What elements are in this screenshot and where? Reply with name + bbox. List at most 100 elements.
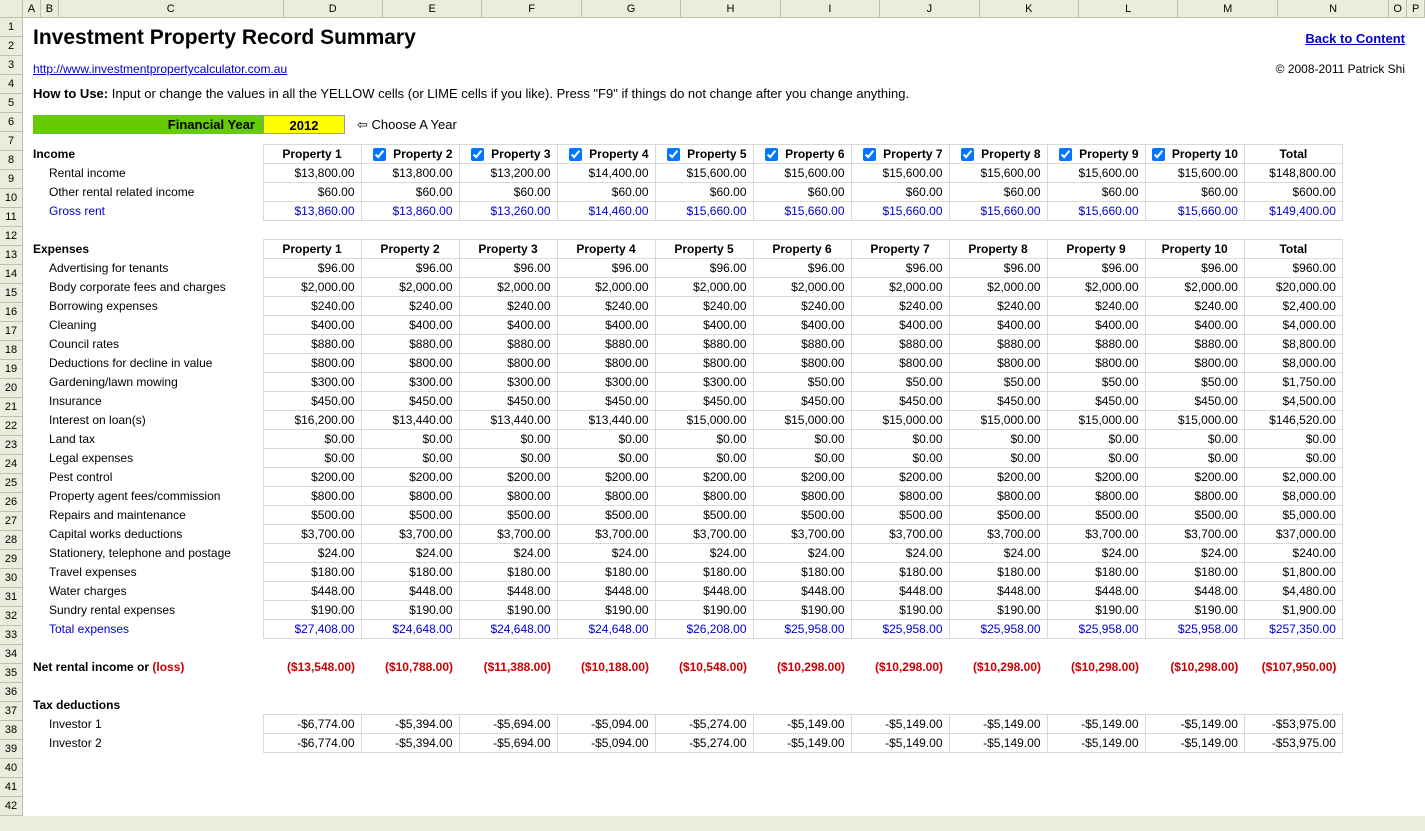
cell[interactable]: $240.00 — [459, 297, 557, 316]
cell[interactable]: $3,700.00 — [851, 525, 949, 544]
col-header-A[interactable]: A — [23, 0, 41, 17]
cell[interactable]: $50.00 — [753, 373, 851, 392]
property-9-checkbox[interactable] — [1059, 148, 1072, 161]
cell[interactable]: $450.00 — [459, 392, 557, 411]
property-2-checkbox[interactable] — [373, 148, 386, 161]
row-header-27[interactable]: 27 — [0, 512, 22, 531]
cell[interactable]: $400.00 — [557, 316, 655, 335]
cell[interactable]: $0.00 — [851, 449, 949, 468]
cell[interactable]: $96.00 — [361, 259, 459, 278]
cell[interactable]: $450.00 — [1145, 392, 1244, 411]
cell[interactable]: $800.00 — [459, 354, 557, 373]
cell[interactable]: $500.00 — [263, 506, 361, 525]
row-header-30[interactable]: 30 — [0, 569, 22, 588]
cell[interactable]: $0.00 — [557, 430, 655, 449]
property-5-checkbox[interactable] — [667, 148, 680, 161]
cell[interactable]: $8,000.00 — [1244, 487, 1342, 506]
cell[interactable]: $13,200.00 — [459, 164, 557, 183]
cell[interactable]: $800.00 — [557, 354, 655, 373]
cell[interactable]: $880.00 — [557, 335, 655, 354]
property-6-checkbox[interactable] — [765, 148, 778, 161]
property-3-checkbox[interactable] — [471, 148, 484, 161]
cell[interactable]: $200.00 — [1047, 468, 1145, 487]
cell[interactable]: $800.00 — [655, 354, 753, 373]
cell[interactable]: $880.00 — [459, 335, 557, 354]
row-header-35[interactable]: 35 — [0, 664, 22, 683]
cell[interactable]: $200.00 — [655, 468, 753, 487]
cell[interactable]: $300.00 — [655, 373, 753, 392]
cell[interactable]: $1,750.00 — [1244, 373, 1342, 392]
cell[interactable]: $3,700.00 — [557, 525, 655, 544]
col-header-B[interactable]: B — [41, 0, 59, 17]
cell[interactable]: $0.00 — [753, 449, 851, 468]
cell[interactable]: $400.00 — [949, 316, 1047, 335]
cell[interactable]: $800.00 — [1047, 487, 1145, 506]
cell[interactable]: $0.00 — [655, 430, 753, 449]
cell[interactable]: $400.00 — [459, 316, 557, 335]
cell[interactable]: $190.00 — [459, 601, 557, 620]
col-header-F[interactable]: F — [482, 0, 581, 17]
cell[interactable]: $3,700.00 — [1145, 525, 1244, 544]
cell[interactable]: $24.00 — [361, 544, 459, 563]
cell[interactable]: $2,000.00 — [361, 278, 459, 297]
row-header-4[interactable]: 4 — [0, 75, 22, 94]
row-header-42[interactable]: 42 — [0, 797, 22, 816]
cell[interactable]: $24.00 — [753, 544, 851, 563]
row-header-11[interactable]: 11 — [0, 208, 22, 227]
cell[interactable]: $880.00 — [949, 335, 1047, 354]
cell[interactable]: $60.00 — [1145, 183, 1244, 202]
cell[interactable]: $96.00 — [851, 259, 949, 278]
cell[interactable]: $880.00 — [1145, 335, 1244, 354]
cell[interactable]: $450.00 — [753, 392, 851, 411]
cell[interactable]: $0.00 — [1244, 430, 1342, 449]
cell[interactable]: $1,900.00 — [1244, 601, 1342, 620]
row-header-15[interactable]: 15 — [0, 284, 22, 303]
cell[interactable]: $240.00 — [655, 297, 753, 316]
cell[interactable]: $96.00 — [655, 259, 753, 278]
row-header-40[interactable]: 40 — [0, 759, 22, 778]
row-header-19[interactable]: 19 — [0, 360, 22, 379]
cell[interactable]: $450.00 — [557, 392, 655, 411]
cell[interactable]: $8,000.00 — [1244, 354, 1342, 373]
row-header-36[interactable]: 36 — [0, 683, 22, 702]
cell[interactable]: $800.00 — [753, 354, 851, 373]
cell[interactable]: $190.00 — [263, 601, 361, 620]
row-header-23[interactable]: 23 — [0, 436, 22, 455]
cell[interactable]: $24.00 — [263, 544, 361, 563]
cell[interactable]: $0.00 — [1047, 430, 1145, 449]
cell[interactable]: $190.00 — [557, 601, 655, 620]
cell[interactable]: $500.00 — [949, 506, 1047, 525]
cell[interactable]: $448.00 — [459, 582, 557, 601]
cell[interactable]: $24.00 — [1047, 544, 1145, 563]
cell[interactable]: $13,440.00 — [459, 411, 557, 430]
row-header-6[interactable]: 6 — [0, 113, 22, 132]
cell[interactable]: $240.00 — [949, 297, 1047, 316]
cell[interactable]: $15,600.00 — [1145, 164, 1244, 183]
cell[interactable]: $800.00 — [1145, 354, 1244, 373]
cell[interactable]: $800.00 — [263, 487, 361, 506]
cell[interactable]: $37,000.00 — [1244, 525, 1342, 544]
cell[interactable]: $5,000.00 — [1244, 506, 1342, 525]
cell[interactable]: $3,700.00 — [753, 525, 851, 544]
cell[interactable]: $450.00 — [263, 392, 361, 411]
cell[interactable]: $14,400.00 — [557, 164, 655, 183]
cell[interactable]: $400.00 — [361, 316, 459, 335]
cell[interactable]: $400.00 — [655, 316, 753, 335]
col-header-G[interactable]: G — [582, 0, 681, 17]
cell[interactable]: $800.00 — [263, 354, 361, 373]
cell[interactable]: $190.00 — [1047, 601, 1145, 620]
cell[interactable]: $0.00 — [1047, 449, 1145, 468]
cell[interactable]: $200.00 — [557, 468, 655, 487]
cell[interactable]: $240.00 — [1244, 544, 1342, 563]
cell[interactable]: $2,000.00 — [949, 278, 1047, 297]
cell[interactable]: $60.00 — [949, 183, 1047, 202]
cell[interactable]: $180.00 — [851, 563, 949, 582]
cell[interactable]: $800.00 — [557, 487, 655, 506]
cell[interactable]: $800.00 — [851, 354, 949, 373]
cell[interactable]: $16,200.00 — [263, 411, 361, 430]
cell[interactable]: $96.00 — [1047, 259, 1145, 278]
row-header-18[interactable]: 18 — [0, 341, 22, 360]
cell[interactable]: $4,500.00 — [1244, 392, 1342, 411]
cell[interactable]: $15,600.00 — [851, 164, 949, 183]
cell[interactable]: $0.00 — [361, 430, 459, 449]
